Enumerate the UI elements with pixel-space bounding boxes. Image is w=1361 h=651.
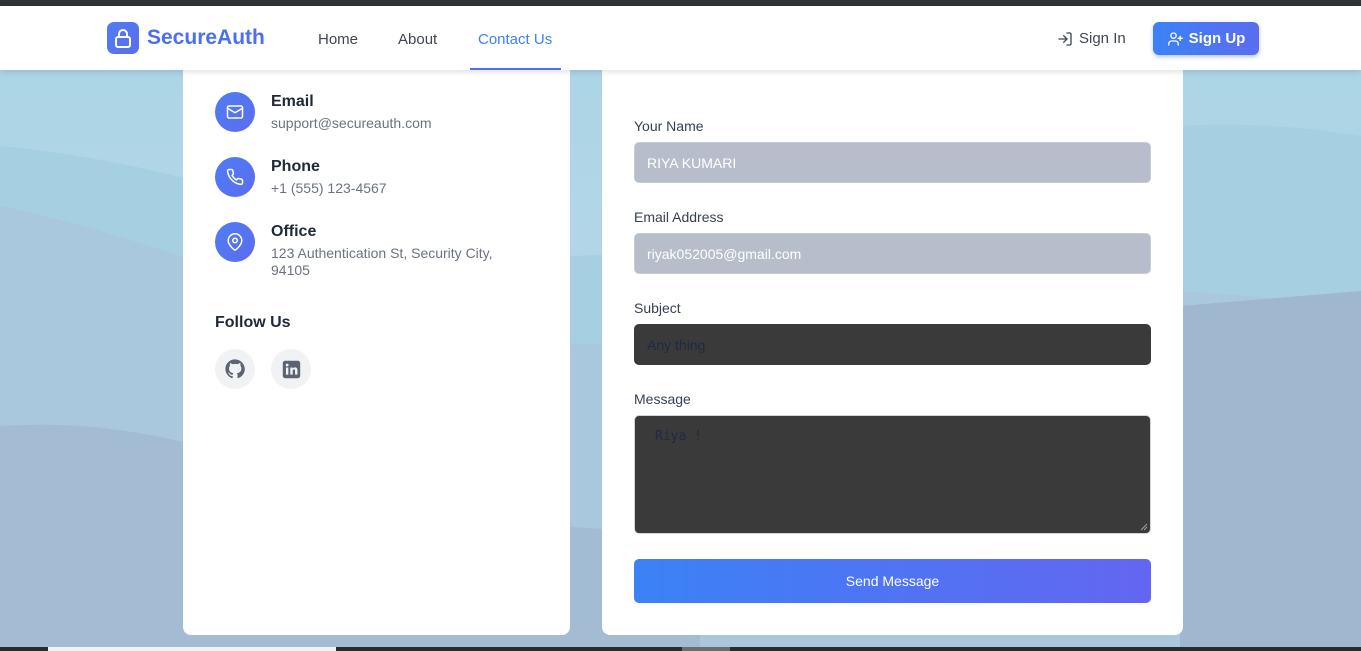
email-label: Email Address	[634, 209, 724, 225]
message-text: Riya !	[655, 429, 702, 444]
contact-phone-value: +1 (555) 123-4567	[271, 180, 387, 196]
contact-office-item: Office 123 Authentication St, Security C…	[215, 222, 531, 279]
phone-icon	[215, 157, 255, 197]
nav-home-link[interactable]: Home	[318, 31, 358, 48]
linkedin-link[interactable]	[271, 349, 311, 389]
message-label: Message	[634, 391, 691, 407]
contact-office-value: 123 Authentication St, Security City, 94…	[271, 245, 493, 278]
brand-logo-link[interactable]: SecureAuth	[107, 22, 265, 54]
github-link[interactable]	[215, 349, 255, 389]
name-input[interactable]: RIYA KUMARI	[634, 142, 1151, 183]
resize-handle-icon[interactable]	[1140, 523, 1148, 531]
linkedin-icon	[282, 360, 300, 378]
contact-phone-title: Phone	[271, 158, 320, 175]
active-tab-indicator	[470, 68, 561, 70]
sign-in-button[interactable]: Sign In	[1057, 30, 1126, 47]
bottom-window-strip	[0, 647, 1361, 651]
lock-icon	[107, 22, 139, 54]
contact-office-title: Office	[271, 223, 317, 240]
contact-email-item: Email support@secureauth.com	[215, 92, 531, 132]
nav-contact-link[interactable]: Contact Us	[478, 31, 552, 48]
contact-info-card: Email support@secureauth.com Phone +1 (5…	[183, 50, 570, 635]
sign-up-button[interactable]: Sign Up	[1153, 22, 1259, 55]
contact-form-card: Your Name RIYA KUMARI Email Address riya…	[602, 50, 1183, 635]
contact-email-title: Email	[271, 93, 314, 110]
contact-email-value: support@secureauth.com	[271, 115, 432, 131]
email-input[interactable]: riyak052005@gmail.com	[634, 233, 1151, 274]
subject-label: Subject	[634, 300, 681, 316]
map-pin-icon	[215, 222, 255, 262]
github-icon	[225, 359, 245, 379]
taskbar-segment	[48, 647, 336, 651]
user-plus-icon	[1167, 31, 1183, 46]
sign-up-label: Sign Up	[1188, 30, 1246, 47]
message-textarea[interactable]: Riya !	[634, 415, 1151, 534]
follow-us-heading: Follow Us	[215, 314, 291, 331]
sign-in-icon	[1058, 31, 1072, 46]
subject-input[interactable]: Any thing	[634, 324, 1151, 365]
taskbar-indicator	[682, 647, 730, 651]
send-message-button[interactable]: Send Message	[634, 559, 1151, 603]
contact-phone-item: Phone +1 (555) 123-4567	[215, 157, 531, 197]
top-navbar: SecureAuth Home About Contact Us Sign In…	[0, 6, 1361, 70]
mail-icon	[215, 92, 255, 132]
sign-in-label: Sign In	[1079, 30, 1126, 47]
name-label: Your Name	[634, 118, 704, 134]
nav-about-link[interactable]: About	[398, 31, 437, 48]
brand-name: SecureAuth	[147, 26, 265, 49]
